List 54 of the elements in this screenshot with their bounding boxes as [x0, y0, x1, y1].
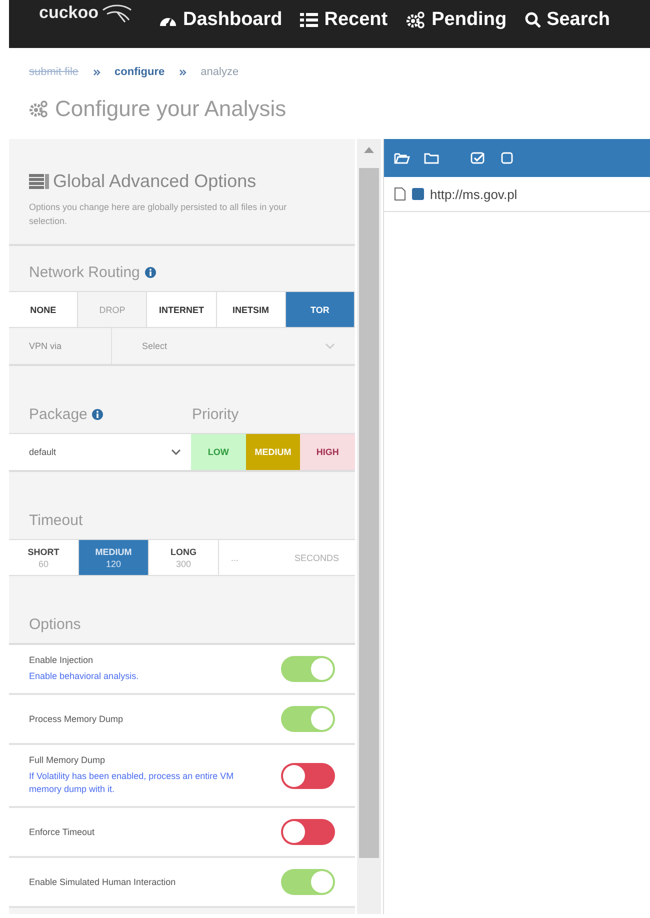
option-label: Enable Simulated Human Interaction [29, 877, 177, 887]
toggle-switch[interactable] [281, 869, 335, 895]
section-label: Package [29, 406, 88, 423]
chevron-down-icon [325, 343, 335, 349]
section-label: Timeout [29, 512, 83, 529]
gears-icon [406, 11, 426, 29]
priority-option[interactable]: HIGH [300, 434, 355, 470]
option-label: Full Memory Dump [29, 755, 106, 765]
nav-link[interactable]: Search [524, 9, 610, 31]
nav-link[interactable]: Pending [406, 9, 507, 31]
file-item[interactable]: http://ms.gov.pl [430, 186, 518, 202]
toggle-switch[interactable] [281, 656, 335, 682]
nav-link[interactable]: Dashboard [159, 9, 282, 31]
option-label: Process Memory Dump [29, 714, 124, 724]
folder-icon[interactable] [424, 151, 440, 165]
server-icon [29, 174, 49, 189]
logo-text: cuckoo [39, 3, 99, 23]
placeholder-text: Select [142, 341, 168, 351]
search-icon [524, 12, 541, 28]
timeout-option[interactable]: MEDIUM 120 [79, 540, 149, 575]
panel-title: Global Advanced Options [53, 171, 256, 192]
option-label: Enable Injection [29, 655, 94, 665]
chevron-right-icon [178, 68, 187, 76]
chevron-right-icon [92, 68, 101, 76]
section-label: Priority [192, 406, 239, 423]
page-title: Configure your Analysis [55, 96, 286, 122]
breadcrumb-link[interactable]: configure [114, 66, 165, 78]
select-value: default [29, 447, 56, 457]
package-select[interactable]: default [9, 434, 191, 470]
info-icon [92, 409, 104, 420]
checked-box-icon[interactable] [470, 151, 486, 165]
placeholder-text: ... [231, 552, 239, 562]
toggle-switch[interactable] [281, 762, 335, 788]
open-folder-icon[interactable] [394, 151, 410, 165]
section-label: Network Routing [29, 264, 140, 281]
nav-link[interactable]: Recent [300, 9, 388, 31]
panel-description: Options you change here are globally persisted to all files in your selection. [29, 201, 288, 228]
checkbox[interactable] [412, 188, 424, 200]
scrollbar-thumb[interactable] [359, 168, 379, 858]
toggle-switch[interactable] [281, 706, 335, 732]
scroll-up-icon[interactable] [364, 147, 374, 153]
section-label: Options [29, 616, 81, 633]
chevron-down-icon [171, 449, 181, 455]
file-icon [394, 187, 406, 201]
toggle-switch[interactable] [281, 819, 335, 845]
routing-option[interactable]: TOR [286, 292, 355, 327]
info-icon [144, 267, 156, 278]
scrollbar[interactable] [357, 139, 381, 914]
option-label: Enforce Timeout [29, 827, 96, 837]
list-icon [300, 13, 318, 27]
unit-label: SECONDS [294, 552, 339, 562]
option-hint: If Volatility has been enabled, process an entire VM memory dump with it. [29, 770, 235, 796]
option-hint: Enable behavioral analysis. [29, 670, 140, 683]
gears-icon [29, 100, 49, 118]
